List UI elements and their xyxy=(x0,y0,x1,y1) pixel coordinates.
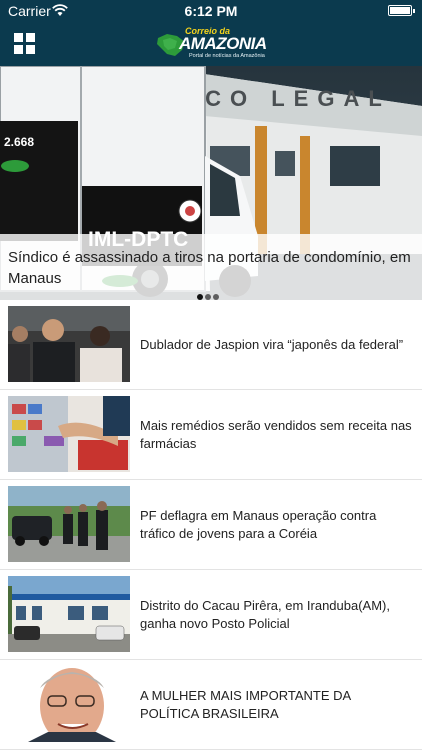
article-row[interactable]: A MULHER MAIS IMPORTANTE DA POLÍTICA BRA… xyxy=(0,660,422,750)
featured-article[interactable]: ICO LEGAL IML-DPTC 2.668 Síndico é assas… xyxy=(0,66,422,300)
article-row[interactable]: PF deflagra em Manaus operação contra tr… xyxy=(0,480,422,570)
article-title: Dublador de Jaspion vira “japonês da fed… xyxy=(140,336,404,352)
site-logo[interactable]: Correio da AMAZONIA Portal de notícias d… xyxy=(155,26,270,62)
building-sign: ICO LEGAL xyxy=(190,86,391,111)
article-thumbnail xyxy=(8,396,130,472)
article-thumbnail xyxy=(8,576,130,652)
article-thumbnail xyxy=(8,486,130,562)
clock: 6:12 PM xyxy=(184,3,238,19)
page-indicator[interactable] xyxy=(197,287,221,300)
battery-icon xyxy=(388,5,415,16)
article-thumbnail xyxy=(8,306,130,382)
article-list: Dublador de Jaspion vira “japonês da fed… xyxy=(0,300,422,750)
article-row[interactable]: Distrito do Cacau Pirêra, em Iranduba(AM… xyxy=(0,570,422,660)
hero-headline: Síndico é assassinado a tiros na portari… xyxy=(8,249,411,287)
article-row[interactable]: Mais remédios serão vendidos sem receita… xyxy=(0,390,422,480)
article-title: A MULHER MAIS IMPORTANTE DA POLÍTICA BRA… xyxy=(140,687,351,721)
article-row[interactable]: Dublador de Jaspion vira “japonês da fed… xyxy=(0,300,422,390)
grid-icon xyxy=(14,33,23,42)
menu-grid-button[interactable] xyxy=(14,33,36,55)
logo-tagline: Portal de notícias da Amazônia xyxy=(189,53,265,59)
truck-code: 2.668 xyxy=(4,135,34,149)
logo-line2: AMAZONIA xyxy=(179,34,267,53)
article-title: Mais remédios serão vendidos sem receita… xyxy=(140,417,412,451)
article-title: PF deflagra em Manaus operação contra tr… xyxy=(140,507,377,541)
navigation-bar: Correio da AMAZONIA Portal de notícias d… xyxy=(0,22,422,66)
article-thumbnail xyxy=(8,666,130,742)
status-bar: Carrier 6:12 PM xyxy=(0,0,422,22)
article-title: Distrito do Cacau Pirêra, em Iranduba(AM… xyxy=(140,597,390,631)
